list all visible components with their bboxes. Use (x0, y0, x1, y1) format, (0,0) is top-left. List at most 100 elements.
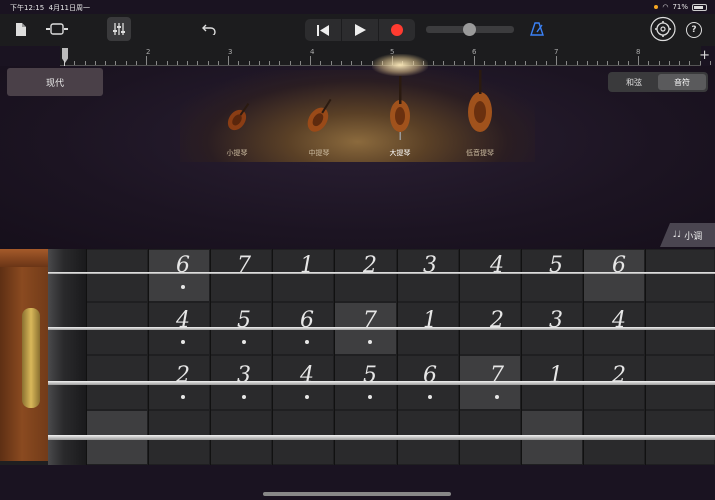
ruler-tick (607, 61, 609, 65)
ruler-tick (187, 61, 188, 65)
instrument-viola[interactable]: 中提琴 (284, 70, 354, 160)
note-label: 4 (176, 308, 190, 333)
note-label: 4 (300, 363, 314, 388)
ruler-tick (443, 61, 445, 65)
document-icon[interactable] (12, 18, 30, 40)
ruler-bar-2: 2 (146, 48, 151, 56)
low-octave-dot (181, 285, 185, 289)
master-volume-slider[interactable] (426, 23, 514, 36)
note-label: 7 (237, 253, 251, 278)
instrument-label-violin: 小提琴 (226, 149, 248, 157)
instrument-violin[interactable]: 小提琴 (202, 70, 272, 160)
ruler-tick (146, 56, 147, 65)
fret-line (272, 249, 273, 465)
low-octave-dot (305, 395, 309, 399)
ruler-tick (105, 61, 106, 65)
metronome-icon[interactable] (527, 18, 547, 40)
instrument-nut (48, 249, 86, 465)
status-right: ◠ 71% (654, 3, 707, 11)
instrument-double-bass[interactable]: 低音提琴 (445, 70, 515, 160)
ruler-tick (258, 61, 260, 65)
ruler-tick (586, 61, 588, 65)
note-label: 3 (423, 253, 437, 278)
low-octave-dot (242, 340, 246, 344)
low-octave-dot (242, 395, 246, 399)
ruler-tick (320, 61, 322, 65)
instrument-area: 现代 和弦 音符 小提琴 中提琴 大提琴 低音提琴 (0, 66, 715, 250)
low-octave-dot (368, 395, 372, 399)
ruler-tick (217, 61, 219, 65)
ruler-tick (433, 61, 434, 65)
instrument-cello[interactable]: 大提琴 (365, 70, 435, 160)
add-section-button[interactable]: + (699, 48, 710, 63)
mixer-icon[interactable] (107, 17, 131, 41)
note-label: 2 (490, 308, 504, 333)
instrument-label-cello: 大提琴 (389, 149, 411, 157)
note-label: 4 (490, 253, 504, 278)
ruler-tick (228, 56, 229, 65)
note-label: 6 (612, 253, 626, 278)
scale-label: 小调 (684, 231, 703, 242)
ruler-tick (156, 61, 158, 65)
settings-icon[interactable] (650, 16, 676, 42)
ruler-tick (115, 61, 117, 65)
note-label: 2 (612, 363, 626, 388)
instrument-label-double-bass: 低音提琴 (466, 149, 494, 157)
ruler-bar-6: 6 (472, 48, 477, 56)
status-time: 下午12:15 (10, 4, 45, 12)
fret-line (86, 249, 87, 465)
ruler-tick (597, 61, 598, 65)
ruler-tick (484, 61, 486, 65)
ruler-tick (84, 61, 86, 65)
string-4[interactable] (48, 434, 715, 440)
ruler-tick (679, 61, 680, 65)
rewind-icon[interactable] (305, 19, 341, 41)
ruler-tick (453, 61, 455, 65)
status-bar: 下午12:15 4月11日周一 ◠ 71% (0, 0, 715, 14)
fret-cell[interactable] (87, 250, 147, 301)
low-octave-dot (181, 340, 185, 344)
ruler-tick (566, 61, 568, 65)
fret-line (459, 249, 460, 465)
wifi-icon: ◠ (662, 3, 669, 11)
play-icon[interactable] (341, 19, 378, 41)
ruler-bar-8: 8 (636, 48, 641, 56)
ruler-tick (279, 61, 281, 65)
ruler-tick (545, 61, 547, 65)
ruler-tick (207, 61, 209, 65)
low-octave-dot (181, 395, 185, 399)
note-label: 5 (549, 253, 563, 278)
note-label: 6 (176, 253, 190, 278)
violin-icon (227, 103, 250, 131)
ruler-tick (351, 61, 352, 65)
ruler-tick (648, 61, 650, 65)
note-label: 1 (423, 308, 437, 333)
chords-tab[interactable]: 和弦 (610, 74, 658, 90)
ruler-tick (494, 61, 496, 65)
ruler-tick (474, 56, 475, 65)
low-octave-dot (495, 395, 499, 399)
ruler-tick (269, 61, 270, 65)
ruler-tick (556, 56, 557, 65)
ruler-tick (289, 61, 291, 65)
style-button[interactable]: 现代 (7, 68, 103, 96)
status-date: 4月11日周一 (48, 4, 91, 12)
fret-line (397, 249, 398, 465)
ruler-tick (248, 61, 250, 65)
volume-knob[interactable] (463, 23, 476, 36)
ruler-bar-4: 4 (310, 48, 315, 56)
fret-line (148, 249, 149, 465)
battery-percent: 71% (672, 3, 688, 11)
help-button[interactable]: ? (686, 22, 702, 38)
note-label: 1 (300, 253, 314, 278)
record-icon[interactable] (378, 19, 415, 41)
tracks-view-icon[interactable] (45, 18, 69, 40)
note-label: 6 (423, 363, 437, 388)
toolbar: ? (0, 14, 715, 46)
note-label: 5 (237, 308, 251, 333)
fret-cell[interactable] (646, 250, 714, 301)
emblem-icon (22, 308, 40, 408)
undo-icon[interactable] (198, 18, 220, 40)
notes-tab[interactable]: 音符 (658, 74, 706, 90)
fret-line (583, 249, 584, 465)
